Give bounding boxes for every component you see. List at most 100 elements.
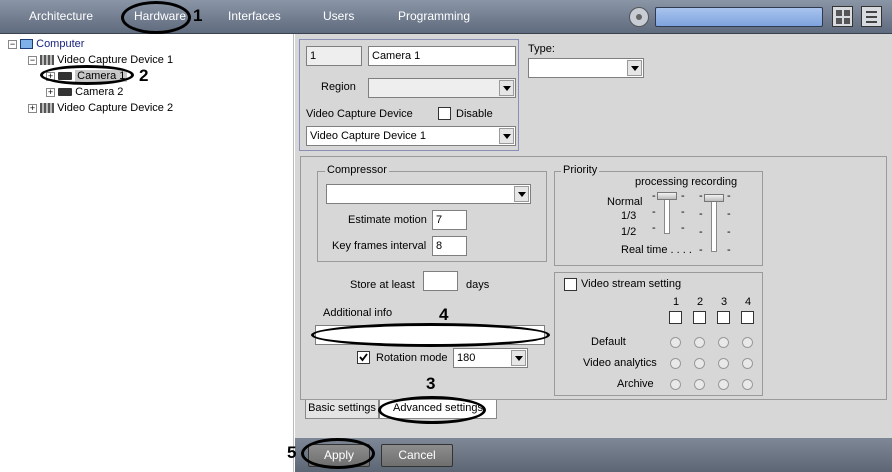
tree-node-camera-2[interactable]: + Camera 2 — [46, 84, 123, 100]
compressor-title: Compressor — [325, 164, 389, 176]
chevron-down-icon[interactable] — [511, 350, 526, 366]
capture-board-icon — [40, 103, 55, 114]
radio-archive-3[interactable] — [718, 379, 729, 390]
tab-architecture[interactable]: Architecture — [29, 9, 93, 23]
video-stream-checkbox[interactable] — [564, 278, 577, 291]
camera-id-field[interactable]: 1 — [306, 46, 362, 66]
tab-programming[interactable]: Programming — [398, 9, 470, 23]
priority-header: processing recording — [635, 176, 738, 188]
tree-node-video-capture-device-2[interactable]: + Video Capture Device 2 — [28, 100, 173, 116]
expand-icon[interactable]: + — [28, 104, 37, 113]
cancel-button[interactable]: Cancel — [381, 444, 453, 467]
radio-default-4[interactable] — [742, 337, 753, 348]
disable-label: Disable — [456, 108, 493, 120]
annotation-ellipse-additional-info — [311, 323, 550, 347]
recording-slider-track — [711, 194, 717, 252]
rotation-checkbox[interactable] — [357, 351, 370, 364]
tree-label-device-2: Video Capture Device 2 — [57, 102, 174, 114]
camera-icon — [58, 88, 73, 97]
rotation-label: Rotation mode — [376, 352, 448, 364]
radio-default-3[interactable] — [718, 337, 729, 348]
stream-row-archive: Archive — [617, 378, 654, 390]
rotation-dropdown[interactable]: 180 — [453, 348, 528, 368]
bottom-button-bar: Apply Cancel — [295, 438, 892, 472]
store-days-field[interactable] — [423, 271, 458, 291]
priority-group: Priority processing recording Normal 1/3… — [554, 164, 763, 266]
processing-slider[interactable] — [657, 192, 677, 200]
annotation-ellipse-camera-1 — [40, 65, 134, 85]
annotation-number-1: 1 — [193, 6, 203, 25]
radio-analytics-4[interactable] — [742, 358, 753, 369]
menu-list-icon[interactable] — [861, 6, 882, 27]
radio-archive-4[interactable] — [742, 379, 753, 390]
stream-col-3: 3 — [721, 296, 728, 308]
annotation-ellipse-hardware — [121, 1, 191, 34]
radio-analytics-2[interactable] — [694, 358, 705, 369]
estimate-motion-label: Estimate motion — [348, 214, 427, 226]
annotation-number-3: 3 — [426, 374, 436, 393]
store-label: Store at least — [350, 279, 415, 291]
checkmark-icon — [359, 353, 368, 362]
video-stream-label: Video stream setting — [581, 278, 682, 290]
radio-analytics-3[interactable] — [718, 358, 729, 369]
tree-label-device-1: Video Capture Device 1 — [57, 54, 174, 66]
tree-label-computer: Computer — [36, 38, 85, 50]
estimate-motion-field[interactable]: 7 — [432, 210, 467, 230]
annotation-number-2: 2 — [139, 66, 149, 85]
compressor-group: Compressor Estimate motion 7 Key frames … — [317, 164, 547, 262]
annotation-number-5: 5 — [287, 443, 297, 462]
camera-name-field[interactable]: Camera 1 — [368, 46, 516, 66]
stream-col-2-checkbox[interactable] — [693, 311, 706, 324]
region-label: Region — [321, 81, 356, 93]
stream-col-4-checkbox[interactable] — [741, 311, 754, 324]
grid-view-icon[interactable] — [832, 6, 853, 27]
settings-panel: 1 Camera 1 Region Video Capture Device D… — [295, 34, 892, 438]
key-frames-field[interactable]: 8 — [432, 236, 467, 256]
advanced-settings-page: Compressor Estimate motion 7 Key frames … — [300, 156, 887, 400]
stream-col-2: 2 — [697, 296, 704, 308]
stream-row-default: Default — [591, 336, 626, 348]
compressor-dropdown[interactable] — [326, 184, 531, 204]
region-dropdown[interactable] — [368, 78, 516, 98]
stream-col-1-checkbox[interactable] — [669, 311, 682, 324]
additional-info-label: Additional info — [323, 307, 393, 319]
tab-basic-settings[interactable]: Basic settings — [305, 400, 379, 419]
expand-icon[interactable]: + — [46, 88, 55, 97]
stream-col-1: 1 — [673, 296, 680, 308]
priority-realtime: Real time . . . . — [621, 244, 692, 256]
annotation-number-4: 4 — [439, 305, 449, 324]
processing-slider-track — [664, 194, 670, 234]
vcd-label: Video Capture Device — [306, 108, 413, 120]
tab-interfaces[interactable]: Interfaces — [228, 9, 281, 23]
radio-archive-2[interactable] — [694, 379, 705, 390]
chevron-down-icon[interactable] — [627, 60, 642, 76]
type-dropdown[interactable] — [528, 58, 644, 78]
priority-third: 1/3 — [621, 210, 637, 222]
key-frames-label: Key frames interval — [332, 240, 427, 252]
vcd-dropdown[interactable]: Video Capture Device 1 — [306, 126, 516, 146]
chevron-down-icon[interactable] — [499, 80, 514, 96]
annotation-ellipse-advanced-settings — [378, 396, 486, 424]
tree-label-camera-2: Camera 2 — [75, 86, 124, 98]
settings-gear-icon[interactable] — [629, 7, 649, 27]
priority-half: 1/2 — [621, 226, 637, 238]
priority-title: Priority — [561, 164, 600, 176]
vcd-value: Video Capture Device 1 — [310, 130, 426, 142]
tab-users[interactable]: Users — [323, 9, 354, 23]
priority-normal: Normal — [607, 196, 643, 208]
radio-default-2[interactable] — [694, 337, 705, 348]
hardware-tree: − Computer − Video Capture Device 1 + Ca… — [0, 34, 294, 472]
disable-checkbox[interactable] — [438, 107, 451, 120]
tree-node-computer[interactable]: − Computer — [8, 36, 84, 52]
recording-slider[interactable] — [704, 194, 724, 202]
chevron-down-icon[interactable] — [499, 128, 514, 144]
radio-analytics-1[interactable] — [670, 358, 681, 369]
collapse-icon[interactable]: − — [8, 40, 17, 49]
collapse-icon[interactable]: − — [28, 56, 37, 65]
search-input[interactable] — [655, 7, 823, 27]
radio-archive-1[interactable] — [670, 379, 681, 390]
chevron-down-icon[interactable] — [514, 186, 529, 202]
stream-col-3-checkbox[interactable] — [717, 311, 730, 324]
annotation-ellipse-apply — [301, 438, 375, 469]
radio-default-1[interactable] — [670, 337, 681, 348]
